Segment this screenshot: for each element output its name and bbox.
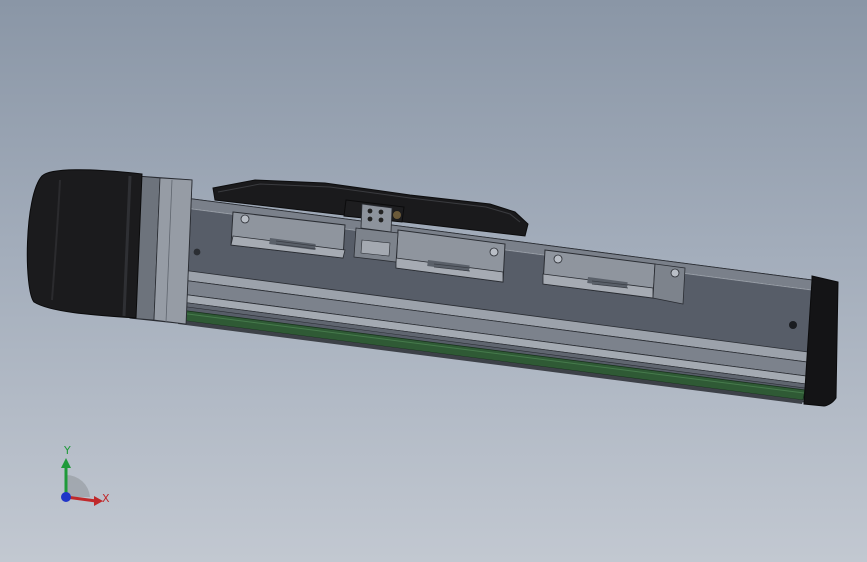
cad-viewport[interactable]: Y X — [0, 0, 867, 562]
motor[interactable] — [26, 169, 143, 319]
x-axis-label: X — [102, 492, 110, 505]
reference-triad: Y X — [61, 444, 110, 506]
z-axis-dot-icon — [61, 492, 71, 502]
cad-scene: Y X — [26, 169, 839, 506]
y-axis-label: Y — [63, 444, 71, 457]
